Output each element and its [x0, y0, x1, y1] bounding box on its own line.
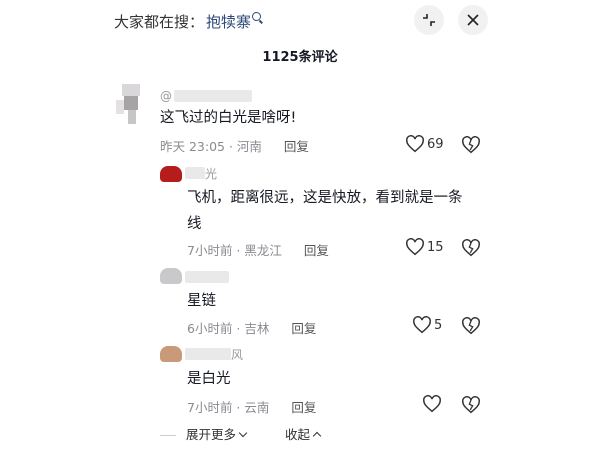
search-keyword-link[interactable]: 抱犊寨 — [206, 13, 251, 31]
like-button[interactable]: 5 — [412, 316, 442, 334]
dislike-button[interactable] — [461, 396, 481, 418]
search-icon — [252, 12, 262, 21]
username-blur — [185, 271, 229, 283]
username[interactable]: 光 — [205, 165, 217, 182]
dislike-button[interactable] — [461, 136, 481, 158]
username[interactable]: 风 — [231, 346, 243, 363]
heart-outline-icon — [423, 395, 441, 413]
close-icon — [467, 14, 479, 26]
broken-heart-icon — [462, 396, 480, 414]
time-location: 昨天 23:05 · 河南 — [160, 139, 262, 154]
like-button[interactable] — [422, 395, 444, 413]
collapse-label: 收起 — [285, 427, 311, 442]
expand-more-button[interactable]: 展开更多 — [160, 424, 248, 443]
time-location: 7小时前 · 云南 — [187, 400, 270, 415]
search-suggestion[interactable]: 大家都在搜： 抱犊寨 — [114, 11, 262, 32]
comment-meta: 7小时前 · 黑龙江 回复 — [187, 240, 329, 259]
reply-button[interactable]: 回复 — [291, 400, 316, 415]
comment-meta: 昨天 23:05 · 河南 回复 — [160, 136, 309, 155]
broken-heart-icon — [462, 239, 480, 257]
dislike-button[interactable] — [461, 239, 481, 261]
comment-text-line-1: 飞机，距离很远，这是快放，看到就是一条 — [187, 190, 463, 206]
chevron-down-icon — [238, 428, 248, 438]
broken-heart-icon — [462, 136, 480, 154]
broken-heart-icon — [462, 317, 480, 335]
time-location: 7小时前 · 黑龙江 — [187, 243, 282, 258]
like-button[interactable]: 15 — [405, 238, 444, 256]
heart-outline-icon — [406, 238, 424, 256]
heart-outline-icon — [413, 316, 431, 334]
dislike-button[interactable] — [461, 317, 481, 339]
time-location: 6小时前 · 吉林 — [187, 321, 270, 336]
username-blur — [185, 348, 231, 360]
reply-button[interactable]: 回复 — [304, 243, 329, 258]
reply-button[interactable]: 回复 — [291, 321, 316, 336]
avatar[interactable] — [160, 268, 182, 284]
chevron-up-icon — [312, 431, 322, 441]
avatar[interactable] — [160, 166, 182, 182]
like-button[interactable]: 69 — [405, 135, 444, 153]
search-prefix: 大家都在搜： — [114, 13, 205, 31]
avatar[interactable] — [116, 82, 150, 126]
comment-text: 这飞过的白光是啥呀! — [160, 110, 297, 126]
expand-more-label: 展开更多 — [186, 427, 237, 442]
like-count: 5 — [434, 317, 443, 333]
avatar[interactable] — [160, 346, 182, 362]
shrink-button[interactable] — [414, 5, 444, 35]
comment-meta: 6小时前 · 吉林 回复 — [187, 318, 316, 337]
heart-outline-icon — [406, 135, 424, 153]
comment-meta: 7小时前 · 云南 回复 — [187, 397, 316, 416]
comment-count: 1125条评论 — [262, 50, 338, 65]
comment-text-line-2: 线 — [187, 216, 202, 232]
like-count: 69 — [427, 136, 444, 152]
shrink-arrows-icon — [423, 14, 435, 26]
divider — [160, 435, 176, 436]
username-blur — [174, 90, 252, 102]
comment-text: 星链 — [187, 293, 216, 309]
like-count: 15 — [427, 239, 444, 255]
comment-text: 是白光 — [187, 371, 231, 387]
collapse-button[interactable]: 收起 — [285, 424, 322, 443]
username-blur — [185, 167, 205, 179]
close-button[interactable] — [458, 5, 488, 35]
reply-button[interactable]: 回复 — [284, 139, 309, 154]
username[interactable]: @ — [160, 89, 172, 103]
